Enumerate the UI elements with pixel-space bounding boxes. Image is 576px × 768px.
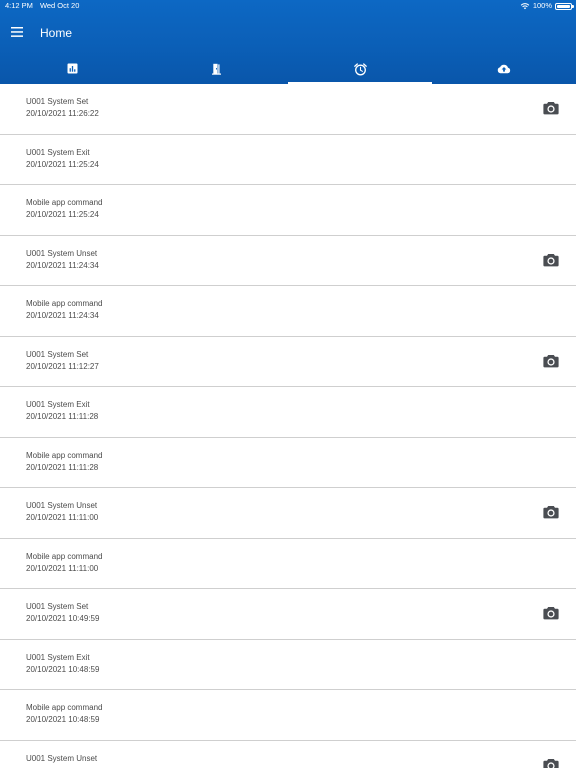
event-list[interactable]: U001 System Set 20/10/2021 11:26:22 U001 S… <box>0 84 576 768</box>
event-timestamp: 20/10/2021 11:24:34 <box>26 311 99 320</box>
tab-doors[interactable] <box>144 58 288 84</box>
wifi-icon <box>520 2 530 10</box>
door-exit-icon <box>211 63 221 75</box>
status-right: 100% <box>520 0 574 12</box>
list-item[interactable]: U001 System Set 20/10/2021 10:49:59 <box>0 589 576 640</box>
event-title: U001 System Unset <box>26 248 98 258</box>
alarm-clock-icon <box>353 63 367 76</box>
app-bar: Home <box>0 20 576 46</box>
event-title: Mobile app command <box>26 551 103 561</box>
header: 4:12 PM Wed Oct 20 100% Home <box>0 0 576 84</box>
event-timestamp: 20/10/2021 10:49:59 <box>26 614 100 623</box>
event-timestamp: 20/10/2021 11:11:28 <box>26 412 99 421</box>
status-time: 4:12 PM <box>5 1 33 10</box>
camera-icon <box>543 354 559 367</box>
list-item[interactable]: Mobile app command 20/10/2021 11:24:34 <box>0 286 576 337</box>
event-timestamp: 20/10/2021 11:11:28 <box>26 462 99 472</box>
event-title: U001 System Exit <box>26 147 90 157</box>
cloud-upload-icon <box>497 64 511 74</box>
event-title: U001 System Set <box>26 97 89 106</box>
tab-upload[interactable] <box>432 58 576 84</box>
event-title: Mobile app command <box>26 703 103 712</box>
status-left: 4:12 PM Wed Oct 20 <box>5 0 79 12</box>
event-title: U001 System Unset <box>26 753 98 763</box>
camera-button[interactable] <box>542 251 560 269</box>
event-timestamp: 20/10/2021 11:25:24 <box>26 159 99 169</box>
camera-icon <box>543 506 559 519</box>
list-item[interactable]: Mobile app command 20/10/2021 10:48:59 <box>0 690 576 741</box>
event-timestamp: 20/10/2021 10:48:59 <box>26 664 100 674</box>
event-timestamp: 20/10/2021 11:11:00 <box>26 513 99 522</box>
event-title: Mobile app command <box>26 299 103 308</box>
battery-fill <box>557 4 570 8</box>
event-timestamp: 20/10/2021 11:12:27 <box>26 361 99 371</box>
camera-button[interactable] <box>542 99 560 117</box>
status-bar: 4:12 PM Wed Oct 20 100% <box>0 0 576 12</box>
event-timestamp: 20/10/2021 11:24:34 <box>26 260 99 270</box>
event-timestamp: 20/10/2021 10:48:59 <box>26 715 100 724</box>
list-item[interactable]: U001 System Exit 20/10/2021 10:48:59 <box>0 639 576 690</box>
list-item[interactable]: Mobile app command 20/10/2021 11:11:28 <box>0 437 576 488</box>
battery-icon <box>555 2 574 10</box>
event-title: U001 System Set <box>26 349 89 359</box>
menu-icon <box>11 27 23 37</box>
tab-events[interactable] <box>288 58 432 84</box>
event-timestamp: 20/10/2021 11:26:22 <box>26 109 99 118</box>
list-item[interactable]: U001 System Unset 20/10/2021 11:11:00 <box>0 488 576 539</box>
camera-icon <box>543 607 559 620</box>
tab-statistics[interactable] <box>0 58 144 84</box>
event-timestamp: 20/10/2021 11:25:24 <box>26 210 99 219</box>
battery-percent: 100% <box>532 1 552 10</box>
event-title: Mobile app command <box>26 450 103 460</box>
list-item[interactable]: U001 System Unset <box>0 740 576 768</box>
event-title: U001 System Exit <box>26 652 90 662</box>
camera-button[interactable] <box>542 604 560 622</box>
menu-button[interactable] <box>8 23 26 41</box>
tab-bar <box>0 58 576 84</box>
app-root: 4:12 PM Wed Oct 20 100% Home U001 System… <box>0 0 576 768</box>
list-item[interactable]: Mobile app command 20/10/2021 11:25:24 <box>0 185 576 236</box>
list-item[interactable]: U001 System Unset 20/10/2021 11:24:34 <box>0 235 576 286</box>
bar-chart-icon <box>67 63 77 74</box>
camera-icon <box>543 758 559 768</box>
event-title: U001 System Unset <box>26 501 98 510</box>
list-item[interactable]: U001 System Set 20/10/2021 11:26:22 <box>0 84 576 135</box>
camera-icon <box>543 102 559 115</box>
event-title: U001 System Set <box>26 602 89 611</box>
list-item[interactable]: U001 System Set 20/10/2021 11:12:27 <box>0 336 576 387</box>
page-title: Home <box>40 26 73 40</box>
camera-icon <box>543 253 559 266</box>
status-date: Wed Oct 20 <box>39 1 80 10</box>
event-title: U001 System Exit <box>26 400 90 409</box>
list-item[interactable]: U001 System Exit 20/10/2021 11:25:24 <box>0 134 576 185</box>
event-timestamp: 20/10/2021 11:11:00 <box>26 563 99 573</box>
camera-button[interactable] <box>542 756 560 768</box>
camera-button[interactable] <box>542 352 560 370</box>
list-item[interactable]: Mobile app command 20/10/2021 11:11:00 <box>0 538 576 589</box>
camera-button[interactable] <box>542 503 560 521</box>
event-title: Mobile app command <box>26 198 103 207</box>
list-item[interactable]: U001 System Exit 20/10/2021 11:11:28 <box>0 387 576 438</box>
